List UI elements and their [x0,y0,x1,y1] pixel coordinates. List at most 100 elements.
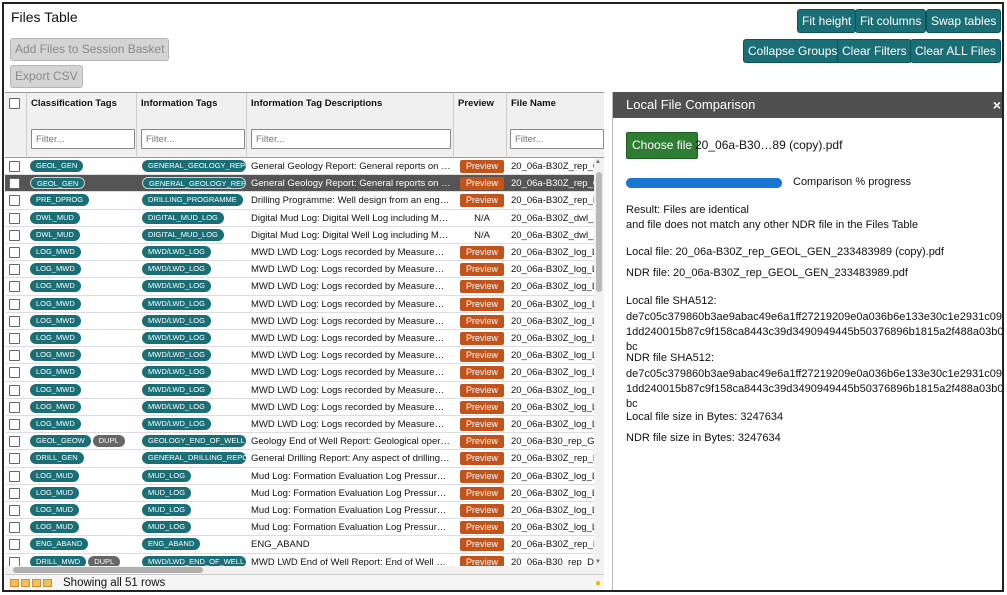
lightbulb-icon[interactable]: ● [595,578,601,589]
fit-height-button[interactable]: Fit height [797,9,857,33]
preview-button[interactable]: Preview [459,400,504,414]
table-row[interactable]: ENG_ABAND ENG_ABAND ENG_ABAND Preview 20_06a… [5,536,604,554]
add-files-to-session-basket-button[interactable]: Add Files to Session Basket [10,38,170,61]
choose-file-button[interactable]: Choose file [626,132,699,159]
table-row[interactable]: LOG_MWD MWD/LWD_LOG MWD LWD Log: Logs reco… [5,330,604,348]
table-row[interactable]: LOG_MWD MWD/LWD_LOG MWD LWD Log: Logs reco… [5,261,604,279]
row-checkbox[interactable] [9,367,20,379]
table-row[interactable]: LOG_MWD MWD/LWD_LOG MWD LWD Log: Logs reco… [5,295,604,313]
preview-button[interactable]: Preview [459,280,504,294]
table-row[interactable]: PRE_DPROG DRILLING_PROGRAMME Drilling Prog… [5,192,604,210]
first-page-icon[interactable] [10,579,19,587]
row-checkbox[interactable] [9,333,20,344]
row-checkbox[interactable] [9,522,20,534]
preview-button[interactable]: Preview [459,160,504,173]
table-row[interactable]: LOG_MUD MUD_LOG Mud Log: Formation Evaluat… [5,502,604,520]
row-checkbox[interactable] [9,298,20,310]
clear-all-files-button[interactable]: Clear ALL Files [910,39,1001,63]
preview-button[interactable]: Preview [459,246,504,259]
row-checkbox[interactable] [9,505,20,516]
table-row[interactable]: LOG_MWD MWD/LWD_LOG MWD LWD Log: Logs reco… [5,278,604,296]
table-row[interactable]: LOG_MWD MWD/LWD_LOG MWD LWD Log: Logs reco… [5,347,604,365]
row-checkbox[interactable] [9,195,20,207]
preview-button[interactable]: Preview [459,435,504,449]
table-row[interactable]: LOG_MWD MWD/LWD_LOG MWD LWD Log: Logs reco… [5,381,604,399]
close-icon[interactable]: × [993,97,1001,113]
table-row[interactable]: LOG_MWD MWD/LWD_LOG MWD LWD Log: Logs reco… [5,416,604,434]
information-tag-descriptions-filter-input[interactable] [251,129,451,149]
clear-filters-button[interactable]: Clear Filters [837,39,912,63]
row-checkbox[interactable] [9,401,20,413]
row-checkbox[interactable] [9,487,20,499]
row-checkbox[interactable] [9,470,20,482]
row-checkbox[interactable] [9,315,20,327]
table-row[interactable]: LOG_MUD MUD_LOG Mud Log: Formation Evaluat… [5,467,604,485]
preview-button[interactable]: Preview [459,555,504,566]
row-checkbox[interactable] [9,419,20,430]
table-row[interactable]: LOG_MUD MUD_LOG Mud Log: Formation Evaluat… [5,484,604,502]
preview-button[interactable]: Preview [459,521,504,535]
information-tag: MWD/LWD_END_OF_WELL_REPORT [142,555,246,566]
last-page-icon[interactable] [43,579,52,587]
preview-button[interactable]: Preview [459,314,504,328]
row-checkbox[interactable] [9,539,20,551]
fit-columns-button[interactable]: Fit columns [855,9,927,33]
preview-button[interactable]: Preview [459,504,504,517]
preview-button[interactable]: Preview [459,349,504,363]
preview-button[interactable]: Preview [459,452,504,466]
row-checkbox[interactable] [9,161,20,172]
table-row[interactable]: DRILL_GEN GENERAL_DRILLING_REPORT General … [5,450,604,468]
scroll-down-arrow-icon[interactable]: ▼ [595,559,601,565]
table-row[interactable]: DRILL_MWDDUPLMWD/LWD_END_OF_WELL_REPORTM… [5,553,604,566]
table-row[interactable]: LOG_MWD MWD/LWD_LOG MWD LWD Log: Logs reco… [5,312,604,330]
row-checkbox[interactable] [9,229,20,241]
column-header-preview[interactable]: Preview [454,93,507,158]
table-row[interactable]: LOG_MWD MWD/LWD_LOG MWD LWD Log: Logs reco… [5,398,604,416]
previous-page-icon[interactable] [21,579,30,587]
preview-button[interactable]: Preview [459,177,504,191]
horizontal-scrollbar-thumb[interactable] [13,567,203,573]
row-checkbox[interactable] [9,556,20,566]
row-checkbox[interactable] [9,281,20,293]
preview-button[interactable]: Preview [459,486,504,500]
table-row[interactable]: GEOL_GEOWDUPLGEOLOGY_END_OF_WELL_REPORTG… [5,433,604,451]
preview-button[interactable]: Preview [459,418,504,431]
row-checkbox[interactable] [9,436,20,448]
preview-button[interactable]: Preview [459,263,504,277]
information-tags-filter-input[interactable] [141,129,245,149]
information-tag-cell: MWD/LWD_LOG [142,313,246,330]
swap-tables-button[interactable]: Swap tables [926,9,1002,33]
row-checkbox[interactable] [9,178,20,190]
next-page-icon[interactable] [32,579,41,587]
preview-button[interactable]: Preview [459,469,504,483]
preview-button[interactable]: Preview [459,366,504,380]
preview-cell: Preview [457,433,507,450]
preview-button[interactable]: Preview [459,194,504,208]
table-row[interactable]: LOG_MUD MUD_LOG Mud Log: Formation Evaluat… [5,519,604,537]
table-row[interactable]: LOG_MWD MWD/LWD_LOG MWD LWD Log: Logs reco… [5,244,604,262]
table-row[interactable]: LOG_MWD MWD/LWD_LOG MWD LWD Log: Logs reco… [5,364,604,382]
table-row[interactable]: GEOL_GEN GENERAL_GEOLOGY_REPORT General Ge… [5,175,604,193]
preview-button[interactable]: Preview [459,383,504,397]
row-checkbox[interactable] [9,264,20,276]
row-checkbox[interactable] [9,212,20,224]
scroll-up-arrow-icon[interactable]: ▲ [595,159,601,165]
vertical-scrollbar-thumb[interactable] [596,172,602,292]
vertical-scrollbar[interactable]: ▲ ▼ [594,158,604,566]
table-row[interactable]: DWL_MUD DIGITAL_MUD_LOG Digital Mud Log: D… [5,226,604,244]
classification-tags-filter-input[interactable] [31,129,135,149]
row-checkbox[interactable] [9,384,20,396]
export-csv-button[interactable]: Export CSV [10,65,83,88]
table-row[interactable]: DWL_MUD DIGITAL_MUD_LOG Digital Mud Log: D… [5,209,604,227]
preview-button[interactable]: Preview [459,297,504,311]
file-name-filter-input[interactable] [510,129,604,149]
collapse-groups-button[interactable]: Collapse Groups [743,39,843,63]
row-checkbox[interactable] [9,453,20,465]
horizontal-scrollbar[interactable] [5,566,604,574]
row-checkbox[interactable] [9,350,20,362]
table-row[interactable]: GEOL_GEN GENERAL_GEOLOGY_REPORT General Ge… [5,158,604,176]
preview-button[interactable]: Preview [459,538,504,552]
row-checkbox[interactable] [9,247,20,258]
preview-button[interactable]: Preview [459,332,504,345]
classification-tag-cell: LOG_MUD [30,502,140,519]
